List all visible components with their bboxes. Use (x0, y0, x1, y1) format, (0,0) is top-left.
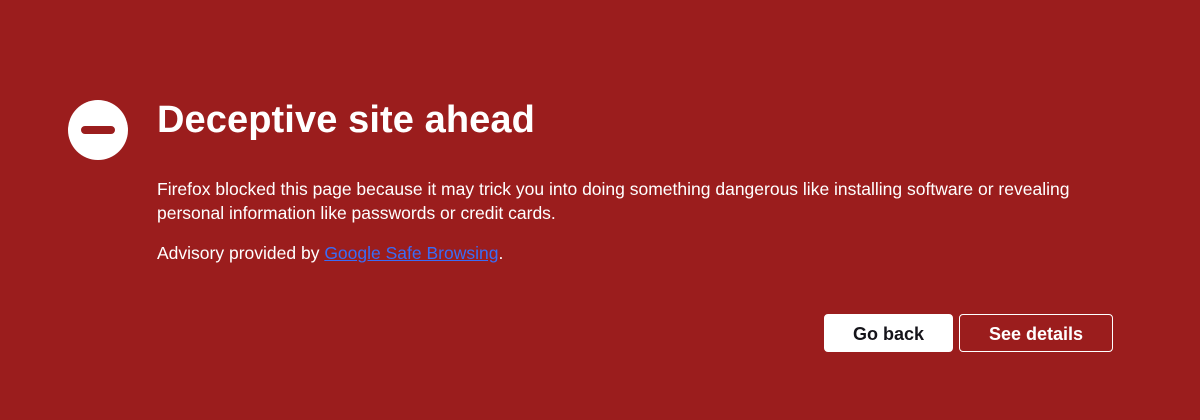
deceptive-site-warning-page: Deceptive site ahead Firefox blocked thi… (0, 0, 1200, 420)
minus-bar (81, 126, 115, 134)
warning-description: Firefox blocked this page because it may… (157, 179, 1070, 223)
blocked-minus-circle-icon (68, 100, 128, 160)
advisory-text: Advisory provided by Google Safe Browsin… (157, 241, 503, 265)
see-details-button[interactable]: See details (959, 314, 1113, 352)
google-safe-browsing-link[interactable]: Google Safe Browsing (324, 243, 498, 263)
advisory-prefix: Advisory provided by (157, 243, 325, 263)
advisory-suffix: . (498, 243, 504, 263)
go-back-button[interactable]: Go back (824, 314, 953, 352)
page-title: Deceptive site ahead (157, 99, 535, 141)
